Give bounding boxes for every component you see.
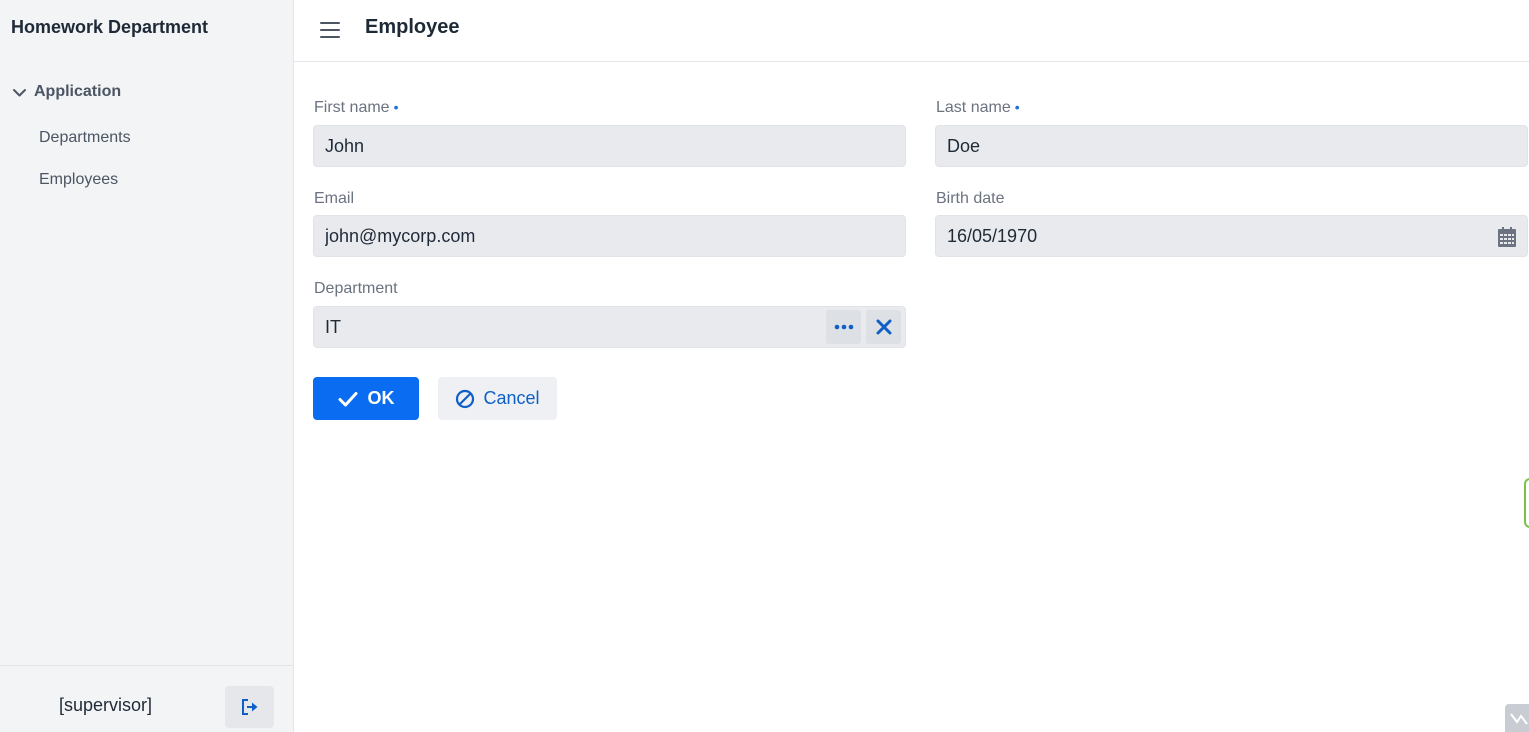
ok-button[interactable]: OK xyxy=(313,377,419,420)
cancel-button-label: Cancel xyxy=(483,388,540,408)
first-name-input[interactable] xyxy=(314,126,905,166)
last-name-label: Last name • xyxy=(936,99,1020,117)
user-label: [supervisor] xyxy=(59,695,153,715)
sidebar-footer: [supervisor] xyxy=(0,665,294,732)
ban-icon xyxy=(456,389,475,408)
last-name-input[interactable] xyxy=(936,126,1527,166)
required-indicator: • xyxy=(1014,99,1020,115)
department-input[interactable] xyxy=(314,307,905,347)
email-label: Email xyxy=(314,190,355,207)
page-header: Employee xyxy=(294,0,1529,62)
sidebar-item-departments[interactable]: Departments xyxy=(39,129,131,147)
ok-button-label: OK xyxy=(367,388,395,408)
menu-group-label: Application xyxy=(34,83,122,100)
required-indicator: • xyxy=(393,99,399,115)
sidebar: Homework Department Application Departme… xyxy=(0,0,294,732)
email-field xyxy=(313,215,906,257)
menu-group-application[interactable]: Application xyxy=(11,81,121,103)
app-brand: Homework Department xyxy=(11,17,209,37)
calendar-icon[interactable] xyxy=(1498,227,1516,247)
department-label: Department xyxy=(314,280,398,297)
last-name-field xyxy=(935,125,1528,167)
more-horizontal-icon xyxy=(834,324,853,330)
first-name-label-text: First name xyxy=(314,99,390,116)
check-icon xyxy=(338,391,357,406)
close-icon xyxy=(876,319,891,335)
side-panel-tab[interactable] xyxy=(1524,478,1529,528)
department-field xyxy=(313,306,906,348)
cancel-button[interactable]: Cancel xyxy=(438,377,557,420)
last-name-label-text: Last name xyxy=(936,99,1011,116)
email-input[interactable] xyxy=(314,216,905,256)
page-title: Employee xyxy=(365,16,460,38)
chevron-down-icon xyxy=(11,84,28,101)
clear-button[interactable] xyxy=(866,310,901,344)
hamburger-icon[interactable] xyxy=(318,18,342,42)
corner-logo-icon xyxy=(1505,704,1529,732)
first-name-field xyxy=(313,125,906,167)
logout-button[interactable] xyxy=(225,686,274,728)
lookup-button[interactable] xyxy=(826,310,861,344)
birth-date-field xyxy=(935,215,1528,257)
birth-date-input[interactable] xyxy=(936,216,1527,256)
app-root: Homework Department Application Departme… xyxy=(0,0,1529,732)
sidebar-item-employees[interactable]: Employees xyxy=(39,171,118,189)
first-name-label: First name • xyxy=(314,99,398,117)
logout-icon xyxy=(241,699,257,715)
birth-date-label: Birth date xyxy=(936,190,1005,207)
